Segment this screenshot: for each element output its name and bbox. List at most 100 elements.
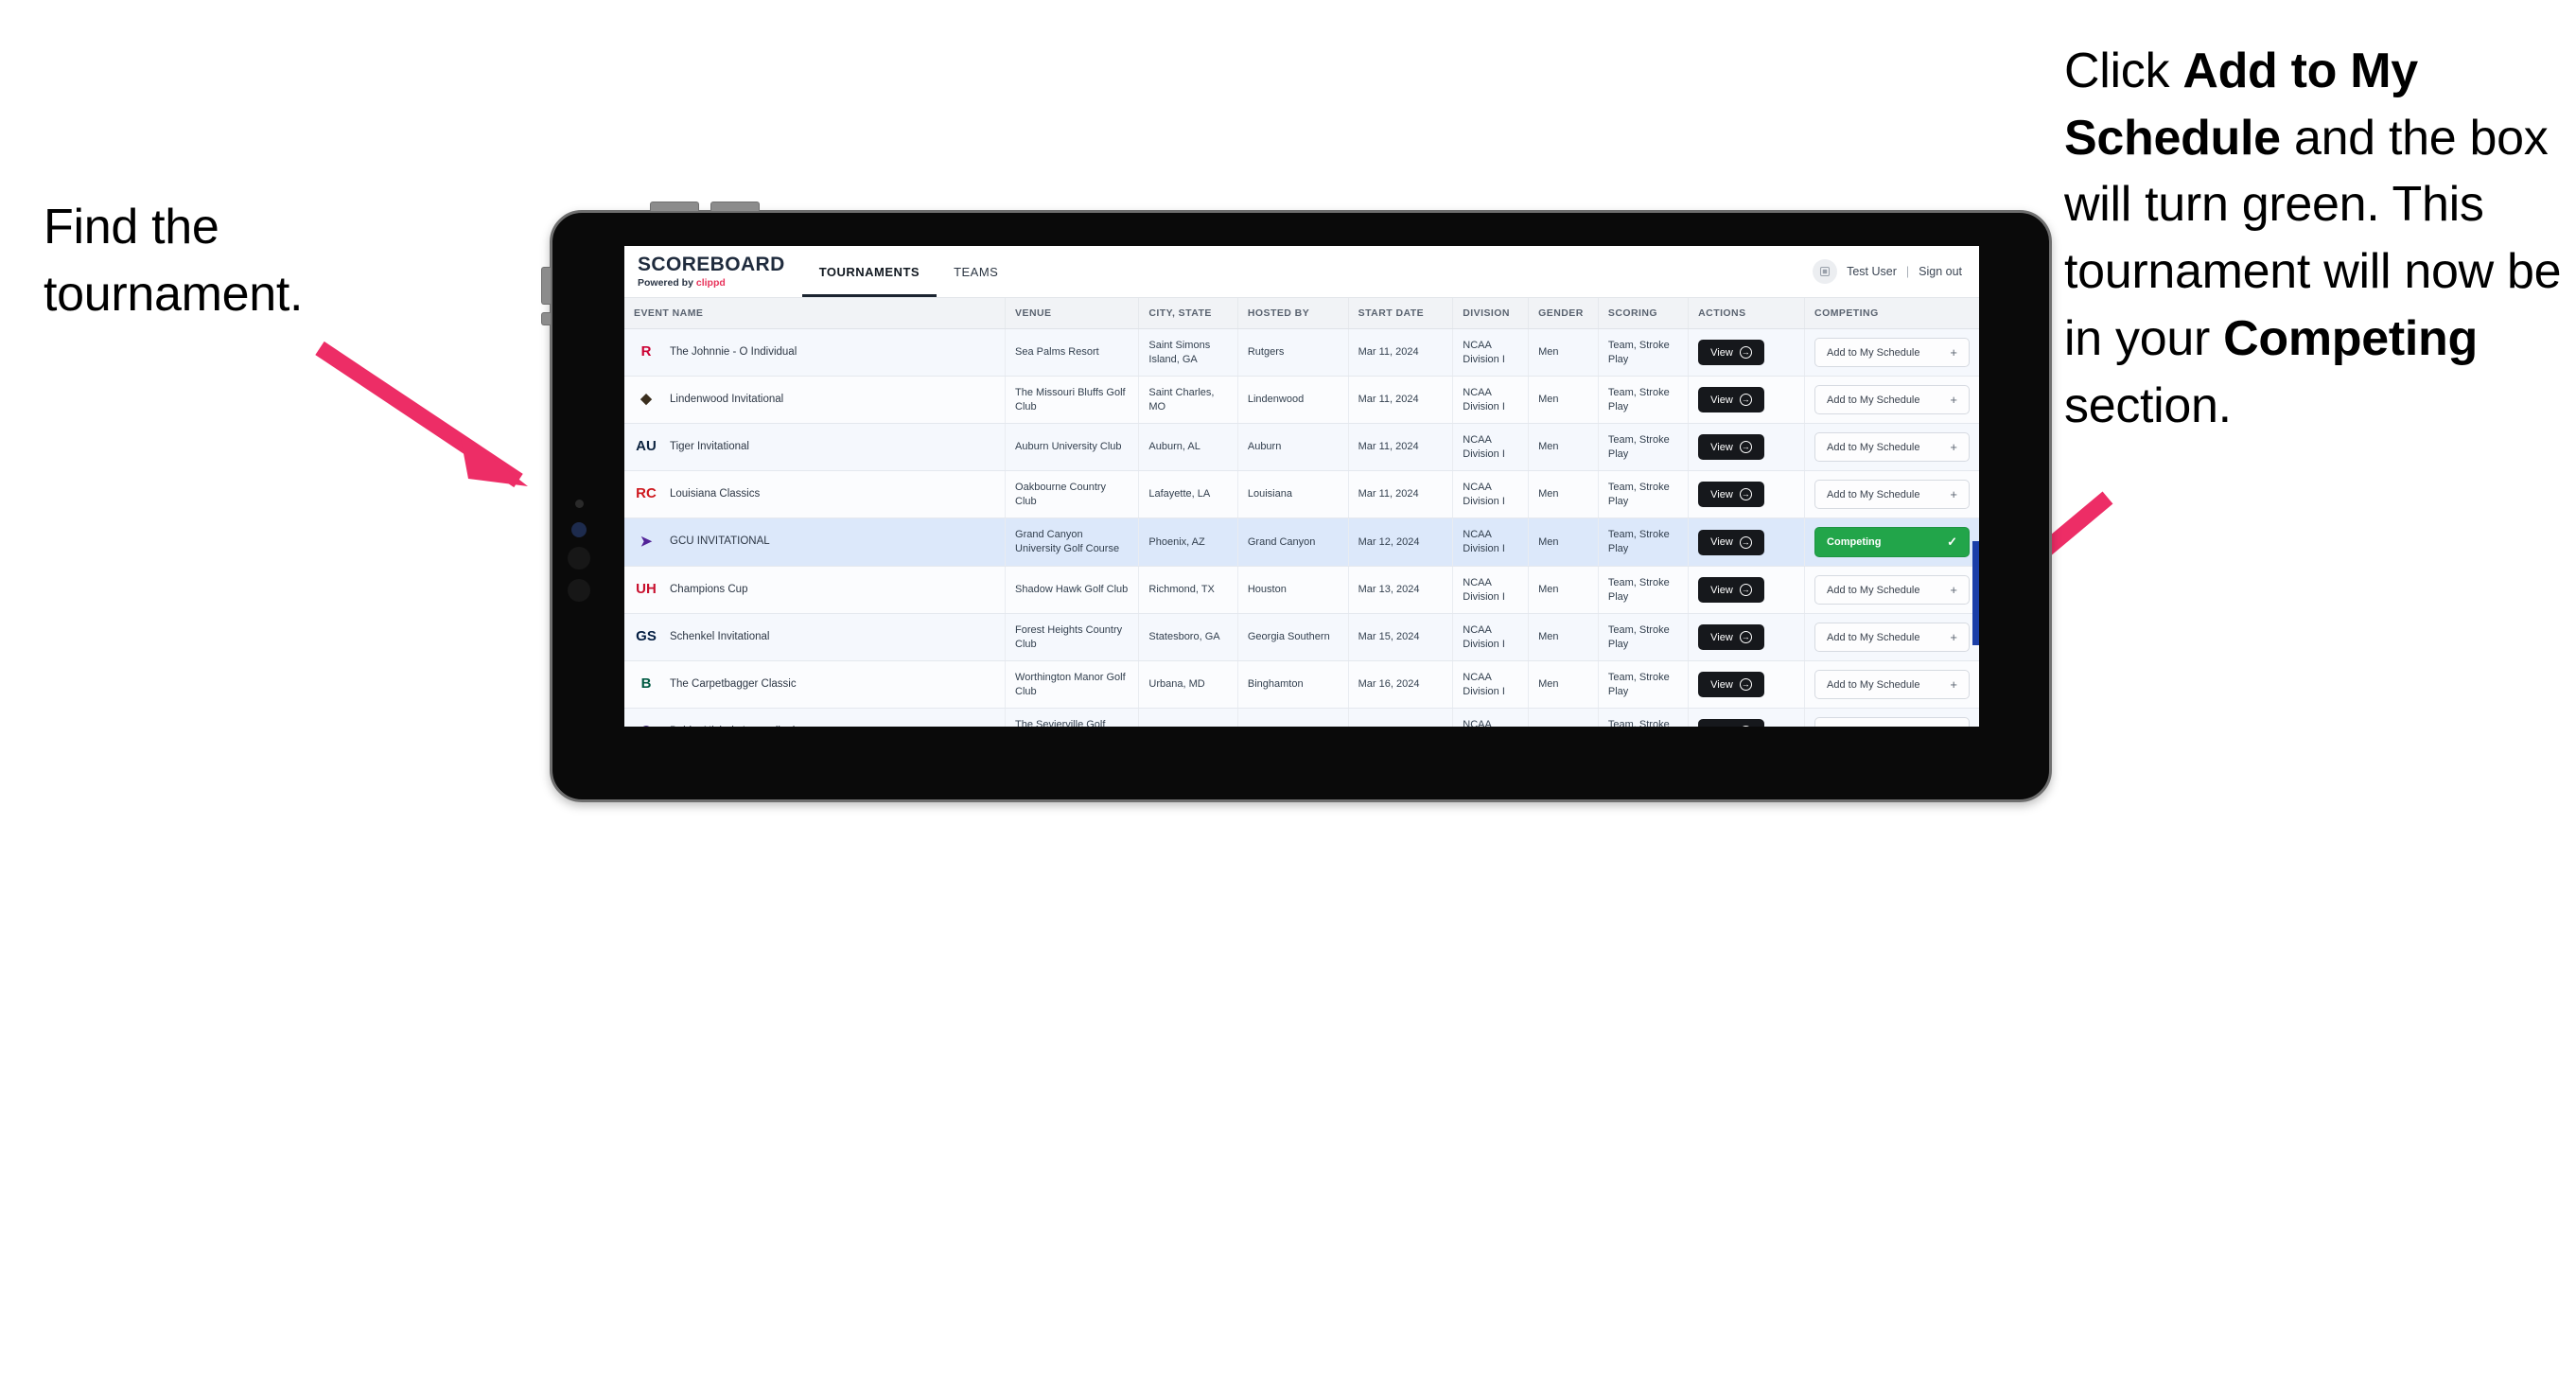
event-name-wrapper: ➤ GCU INVITATIONAL — [634, 530, 995, 554]
cell-hosted-by: Binghamton — [1237, 660, 1349, 709]
tablet-device-mockup: SCOREBOARD Powered by clippd TOURNAMENTS… — [541, 202, 2052, 802]
vertical-scrollbar-thumb[interactable] — [1972, 541, 1979, 645]
cell-scoring: Team, Stroke Play — [1598, 518, 1690, 567]
column-header-scoring[interactable]: SCORING — [1598, 298, 1690, 329]
cell-city-state: Auburn, AL — [1138, 423, 1238, 471]
event-name-label: Tiger Invitational — [670, 440, 749, 452]
cell-competing: Add to My Schedule + — [1804, 470, 1979, 518]
cell-event-name: UH Champions Cup — [624, 566, 1007, 614]
cell-actions: View → — [1688, 613, 1806, 661]
sign-out-link[interactable]: Sign out — [1919, 265, 1962, 278]
table-row[interactable]: R The Johnnie - O Individual Sea Palms Res… — [624, 328, 1979, 377]
brand-logo[interactable]: SCOREBOARD Powered by clippd — [624, 246, 802, 297]
cell-city-state: Statesboro, GA — [1138, 613, 1238, 661]
view-button[interactable]: View → — [1698, 577, 1764, 603]
view-button-label: View — [1710, 394, 1733, 406]
arrow-right-circle-icon: → — [1739, 394, 1752, 406]
table-row[interactable]: AU Tiger Invitational Auburn University Cl… — [624, 423, 1979, 471]
table-row[interactable]: RC Louisiana Classics Oakbourne Country Cl… — [624, 470, 1979, 518]
table-row[interactable]: ◉ Bobby Nichols Intercollegiate The Sevier… — [624, 708, 1979, 727]
annotation-right-segment-3: Competing — [2223, 310, 2478, 366]
cell-scoring: Team, Stroke Play — [1598, 566, 1690, 614]
power-button[interactable] — [541, 267, 551, 305]
cell-competing: Add to My Schedule + — [1804, 566, 1979, 614]
table-body: R The Johnnie - O Individual Sea Palms Res… — [624, 328, 1979, 727]
cell-gender: Men — [1528, 423, 1599, 471]
view-button[interactable]: View → — [1698, 340, 1764, 365]
add-to-my-schedule-button[interactable]: Add to My Schedule + — [1814, 575, 1970, 605]
powered-by-text: Powered by — [638, 277, 696, 289]
column-header-gender[interactable]: GENDER — [1528, 298, 1599, 329]
cell-division: NCAA Division I — [1452, 518, 1530, 567]
cell-competing: Add to My Schedule + — [1804, 660, 1979, 709]
table-row[interactable]: ◆ Lindenwood Invitational The Missouri Blu… — [624, 376, 1979, 424]
cell-gender: Men — [1528, 518, 1599, 567]
add-to-my-schedule-label: Add to My Schedule — [1827, 346, 1920, 359]
volume-down-button[interactable] — [710, 202, 760, 211]
cell-division: NCAA Division I — [1452, 423, 1530, 471]
binghamton-bearcats-logo: B — [640, 675, 652, 693]
event-name-wrapper: AU Tiger Invitational — [634, 435, 995, 460]
add-to-my-schedule-button[interactable]: Add to My Schedule + — [1814, 480, 1970, 509]
cell-scoring: Team, Stroke Play — [1598, 376, 1690, 424]
view-button[interactable]: View → — [1698, 719, 1764, 727]
view-button[interactable]: View → — [1698, 434, 1764, 460]
column-header-hosted-by[interactable]: HOSTED BY — [1237, 298, 1349, 329]
cell-venue: The Missouri Bluffs Golf Club — [1005, 376, 1140, 424]
view-button-label: View — [1710, 488, 1733, 500]
cell-hosted-by: Grand Canyon — [1237, 518, 1349, 567]
event-name-wrapper: ◆ Lindenwood Invitational — [634, 388, 995, 412]
cell-venue: Grand Canyon University Golf Course — [1005, 518, 1140, 567]
side-button-secondary[interactable] — [541, 312, 551, 325]
table-row[interactable]: GS Schenkel Invitational Forest Heights Co… — [624, 613, 1979, 661]
user-avatar-icon[interactable] — [1813, 259, 1838, 284]
table-row[interactable]: ➤ GCU INVITATIONAL Grand Canyon University… — [624, 518, 1979, 567]
speaker-hole-icon — [568, 579, 590, 602]
competing-button[interactable]: Competing ✓ — [1814, 527, 1970, 557]
tab-teams[interactable]: TEAMS — [937, 246, 1015, 297]
cell-event-name: R The Johnnie - O Individual — [624, 328, 1007, 377]
view-button[interactable]: View → — [1698, 387, 1764, 412]
column-header-venue[interactable]: VENUE — [1005, 298, 1140, 329]
add-to-my-schedule-button[interactable]: Add to My Schedule + — [1814, 623, 1970, 652]
column-header-event-name[interactable]: EVENT NAME — [624, 298, 1007, 329]
cell-actions: View → — [1688, 660, 1806, 709]
add-to-my-schedule-button[interactable]: Add to My Schedule + — [1814, 338, 1970, 367]
cell-venue: Forest Heights Country Club — [1005, 613, 1140, 661]
view-button[interactable]: View → — [1698, 672, 1764, 697]
louisiana-ragin-cajuns-logo: RC — [636, 485, 657, 502]
cell-division: NCAA Division I — [1452, 376, 1530, 424]
arrow-right-circle-icon: → — [1739, 678, 1752, 691]
cell-competing: Add to My Schedule + — [1804, 376, 1979, 424]
cell-city-state: Saint Simons Island, GA — [1138, 328, 1238, 377]
add-to-my-schedule-button[interactable]: Add to My Schedule + — [1814, 670, 1970, 699]
view-button[interactable]: View → — [1698, 529, 1764, 555]
event-name-wrapper: RC Louisiana Classics — [634, 482, 995, 507]
brand-subtitle: Powered by clippd — [638, 278, 785, 289]
view-button[interactable]: View → — [1698, 624, 1764, 650]
cell-venue: The Sevierville Golf Club — [1005, 708, 1140, 727]
tab-tournaments[interactable]: TOURNAMENTS — [801, 246, 938, 297]
volume-up-button[interactable] — [650, 202, 699, 211]
column-header-start-date[interactable]: START DATE — [1348, 298, 1454, 329]
add-to-my-schedule-button[interactable]: Add to My Schedule + — [1814, 717, 1970, 727]
table-row[interactable]: B The Carpetbagger Classic Worthington Man… — [624, 660, 1979, 709]
view-button[interactable]: View → — [1698, 482, 1764, 507]
table-row[interactable]: UH Champions Cup Shadow Hawk Golf Club Rich… — [624, 566, 1979, 614]
cell-actions: View → — [1688, 423, 1806, 471]
houston-cougars-logo: UH — [636, 581, 657, 598]
column-header-division[interactable]: DIVISION — [1452, 298, 1530, 329]
cell-hosted-by: Tennessee Tech — [1237, 708, 1349, 727]
cell-scoring: Team, Stroke Play — [1598, 613, 1690, 661]
view-button-label: View — [1710, 631, 1733, 643]
cell-actions: View → — [1688, 708, 1806, 727]
column-header-city-state[interactable]: CITY, STATE — [1138, 298, 1238, 329]
auburn-logo: AU — [636, 438, 657, 455]
screenshot-canvas: Find the tournament. Click Add to My Sch… — [0, 0, 2576, 1386]
cell-scoring: Team, Stroke Play — [1598, 660, 1690, 709]
cell-gender: Men — [1528, 613, 1599, 661]
add-to-my-schedule-button[interactable]: Add to My Schedule + — [1814, 385, 1970, 414]
user-name: Test User — [1847, 265, 1897, 278]
add-to-my-schedule-button[interactable]: Add to My Schedule + — [1814, 432, 1970, 462]
speaker-hole-icon — [568, 547, 590, 570]
